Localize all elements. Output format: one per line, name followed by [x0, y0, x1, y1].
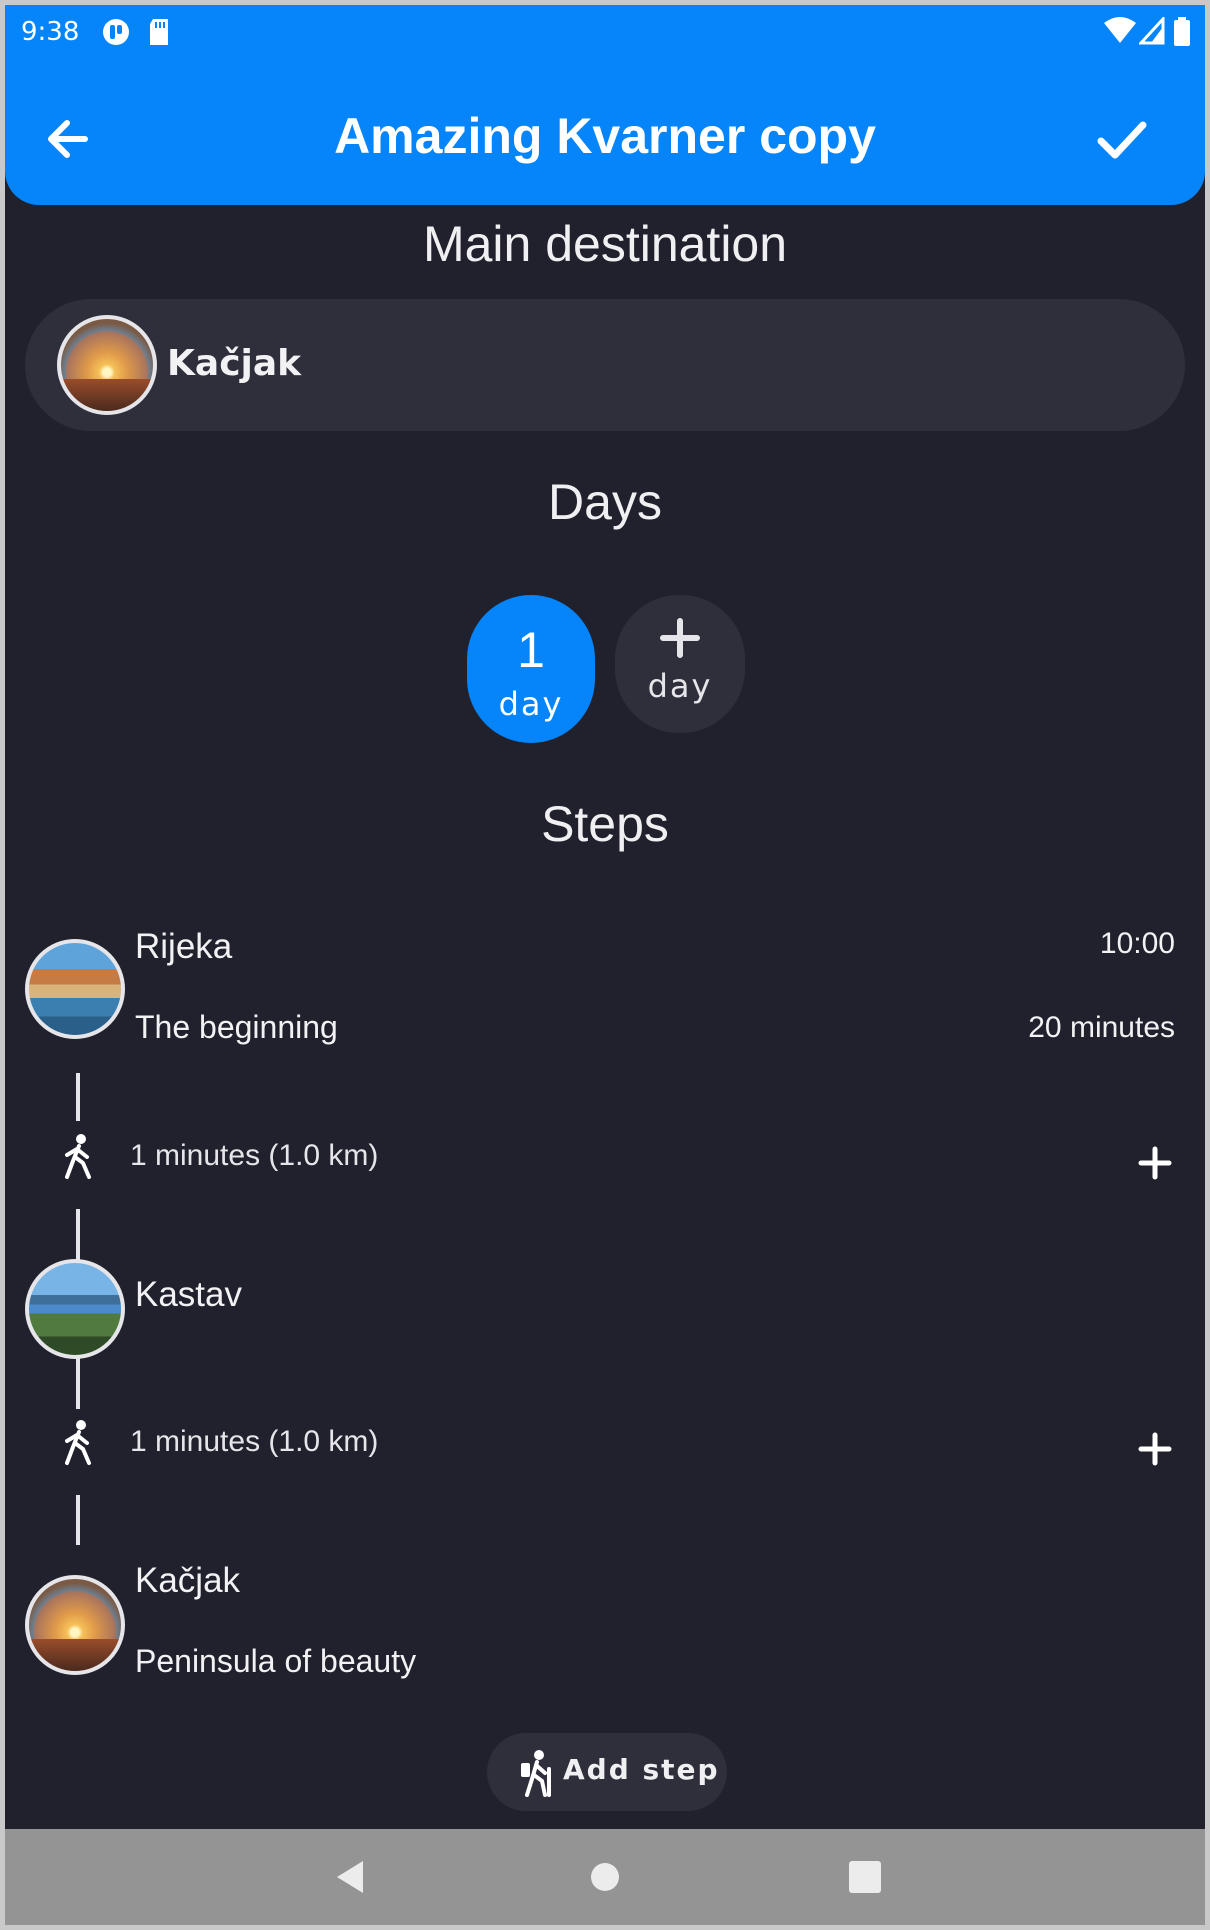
plus-icon — [660, 618, 700, 658]
step-avatar — [25, 1259, 125, 1359]
wifi-icon — [1104, 17, 1136, 43]
walk-icon — [65, 1420, 91, 1465]
day-label: day — [498, 685, 564, 723]
app-bar: Amazing Kvarner copy — [5, 57, 1205, 205]
app-screen: 9:38 Amazing Kvarner copy Main destinati… — [5, 5, 1205, 1925]
main-destination-heading: Main destination — [422, 216, 788, 272]
timeline-connector — [76, 1495, 80, 1545]
page-title: Amazing Kvarner copy — [334, 108, 876, 164]
step-name: Kastav — [135, 1275, 242, 1314]
add-day-label: day — [647, 667, 713, 705]
cast-icon — [103, 19, 129, 45]
arrow-left-icon[interactable] — [41, 113, 103, 165]
timeline-connector — [76, 1209, 80, 1261]
home-circle-icon[interactable] — [579, 1851, 631, 1903]
step-avatar — [25, 939, 125, 1039]
add-stop-plus-icon[interactable] — [1135, 1429, 1175, 1469]
travel-info: 1 minutes (1.0 km) — [130, 1139, 379, 1172]
step-name: Kačjak — [135, 1561, 241, 1600]
step-duration: 20 minutes — [1028, 1011, 1175, 1044]
step-avatar — [25, 1575, 125, 1675]
step-subtitle: The beginning — [135, 1009, 338, 1045]
day-chip-1[interactable]: 1 day — [467, 595, 595, 743]
back-triangle-icon[interactable] — [325, 1851, 377, 1903]
timeline-connector — [76, 1357, 80, 1409]
signal-icon — [1139, 17, 1165, 45]
step-subtitle: Peninsula of beauty — [135, 1643, 417, 1679]
step-name: Rijeka — [135, 927, 233, 966]
day-number: 1 — [517, 622, 545, 678]
add-step-button[interactable]: Add step — [487, 1733, 727, 1811]
travel-info: 1 minutes (1.0 km) — [130, 1425, 379, 1458]
recents-square-icon[interactable] — [839, 1851, 891, 1903]
add-day-button[interactable]: day — [615, 595, 745, 733]
add-stop-plus-icon[interactable] — [1135, 1143, 1175, 1183]
steps-heading: Steps — [541, 796, 669, 852]
hiker-icon — [521, 1750, 551, 1797]
timeline-connector — [76, 1073, 80, 1121]
status-bar: 9:38 — [5, 5, 1205, 57]
step-time: 10:00 — [1099, 927, 1175, 960]
status-time: 9:38 — [21, 17, 80, 47]
days-heading: Days — [548, 474, 662, 530]
check-icon[interactable] — [1091, 113, 1153, 165]
sd-card-icon — [150, 19, 168, 45]
walk-icon — [65, 1134, 91, 1179]
add-step-label: Add step — [563, 1753, 720, 1786]
destination-name: Kačjak — [167, 343, 302, 384]
main-destination-card[interactable]: Kačjak — [25, 299, 1185, 431]
battery-icon — [1174, 17, 1190, 46]
system-nav-bar — [5, 1829, 1205, 1925]
destination-avatar — [57, 315, 157, 415]
